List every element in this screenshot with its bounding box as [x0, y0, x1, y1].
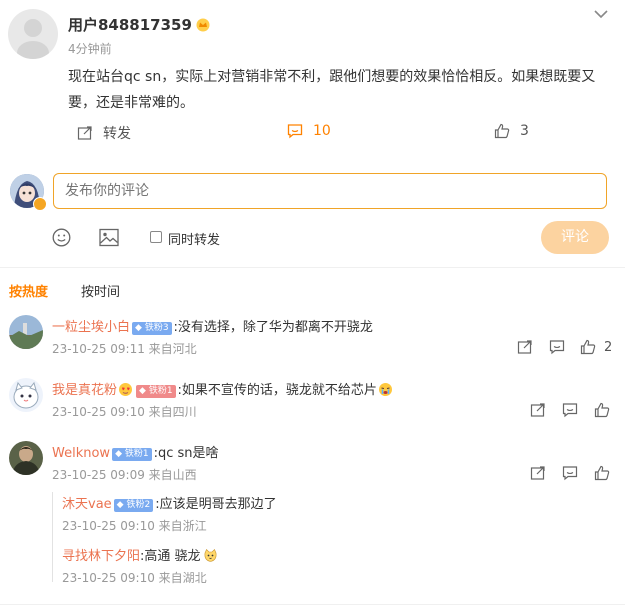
comment-body: 我是真花粉 ◆ 铁粉1:如果不宣传的话，骁龙就不给芯片: [52, 379, 393, 398]
thumbs-up-icon: [494, 123, 510, 139]
commenter-avatar[interactable]: [9, 441, 43, 475]
comment-button[interactable]: 10: [287, 123, 331, 139]
reply-thread-line: [52, 492, 53, 582]
replier-name[interactable]: 沐天vae: [62, 497, 112, 512]
thumbs-up-icon: [594, 465, 610, 481]
emoji-button[interactable]: [52, 228, 71, 251]
repost-also-label[interactable]: 同时转发: [168, 229, 220, 248]
repost-icon: [517, 340, 532, 354]
comment-icon: [562, 403, 578, 418]
reply-body: 沐天vae ◆ 铁粉2:应该是明哥去那边了: [62, 493, 277, 512]
thumbs-up-icon: [580, 339, 596, 355]
fan-badge-label: 铁粉1: [124, 449, 149, 459]
comment-icon: [287, 124, 303, 139]
divider: [0, 267, 625, 268]
commenter-name[interactable]: 我是真花粉: [52, 383, 117, 398]
reply-text: :高通 骁龙: [140, 549, 201, 564]
comment-text: :如果不宣传的话，骁龙就不给芯片: [177, 383, 377, 398]
verified-badge-icon: [33, 197, 47, 211]
like-count: 3: [520, 123, 529, 139]
comment-repost-button[interactable]: [530, 402, 546, 422]
cat-face-emoji-icon: [203, 548, 218, 563]
commenter-avatar[interactable]: [9, 378, 43, 412]
comment-like-button[interactable]: [594, 402, 610, 422]
commenter-name[interactable]: Welknow: [52, 446, 110, 461]
image-icon: [99, 228, 119, 247]
comment-meta: 23-10-25 09:11 来自河北: [52, 342, 197, 356]
comment-repost-button[interactable]: [517, 339, 533, 359]
reply-text: :应该是明哥去那边了: [155, 497, 277, 512]
fan-badge-label: 铁粉2: [126, 500, 151, 510]
tab-sort-hot[interactable]: 按热度: [9, 281, 48, 300]
chevron-down-icon[interactable]: [592, 6, 610, 20]
comment-count: 10: [313, 123, 331, 139]
post-author-name[interactable]: 用户848817359: [68, 16, 192, 34]
smiley-icon: [52, 228, 71, 247]
fan-badge[interactable]: ◆ 铁粉1: [112, 448, 152, 461]
crying-face-emoji-icon: [378, 382, 393, 397]
image-upload-button[interactable]: [99, 228, 119, 251]
comment-text: :qc sn是啥: [153, 446, 219, 461]
repost-icon: [530, 466, 545, 480]
reply-meta: 23-10-25 09:10 来自浙江: [62, 519, 207, 533]
post-content: 现在站台qc sn，实际上对营销非常不利，跟他们想要的效果恰恰相反。如果想既要又…: [68, 69, 596, 111]
comment-body: 一粒尘埃小白 ◆ 铁粉3:没有选择，除了华为都离不开骁龙: [52, 316, 373, 335]
comment-meta: 23-10-25 09:10 来自四川: [52, 405, 197, 419]
repost-icon: [77, 126, 92, 140]
repost-label: 转发: [103, 126, 131, 142]
like-button[interactable]: 3: [494, 123, 529, 139]
fan-badge[interactable]: ◆ 铁粉3: [132, 322, 172, 335]
comment-like-button[interactable]: [594, 465, 610, 485]
thumbs-up-icon: [594, 402, 610, 418]
comment-text: :没有选择，除了华为都离不开骁龙: [173, 320, 373, 335]
comment-repost-button[interactable]: [530, 465, 546, 485]
repost-also-checkbox[interactable]: [150, 231, 162, 243]
reply-body: 寻找林下夕阳:高通 骁龙: [62, 545, 218, 564]
heart-face-emoji-icon: [118, 382, 133, 397]
post-author[interactable]: 用户848817359: [68, 14, 210, 35]
comment-body: Welknow ◆ 铁粉1:qc sn是啥: [52, 442, 219, 461]
comment-like-count: 2: [604, 339, 613, 355]
gold-crown-icon: [196, 18, 210, 32]
fan-badge[interactable]: ◆ 铁粉1: [136, 385, 176, 398]
comment-like-button[interactable]: 2: [580, 339, 612, 355]
author-avatar[interactable]: [8, 9, 58, 59]
submit-comment-button[interactable]: 评论: [541, 221, 609, 254]
comment-reply-button[interactable]: [562, 465, 578, 485]
reply-meta: 23-10-25 09:10 来自湖北: [62, 571, 207, 585]
repost-icon: [530, 403, 545, 417]
fan-badge[interactable]: ◆ 铁粉2: [113, 499, 154, 512]
comment-input[interactable]: [53, 173, 607, 209]
replier-name[interactable]: 寻找林下夕阳: [62, 549, 140, 564]
commenter-name[interactable]: 一粒尘埃小白: [52, 320, 130, 335]
comment-reply-button[interactable]: [549, 339, 565, 359]
divider: [0, 604, 625, 605]
fan-badge-label: 铁粉3: [144, 323, 169, 333]
post-time[interactable]: 4分钟前: [68, 40, 112, 57]
fan-badge-label: 铁粉1: [148, 386, 173, 396]
commenter-avatar[interactable]: [9, 315, 43, 349]
comment-icon: [549, 340, 565, 355]
repost-button[interactable]: 转发: [77, 123, 131, 143]
comment-icon: [562, 466, 578, 481]
tab-sort-time[interactable]: 按时间: [81, 281, 120, 300]
comment-reply-button[interactable]: [562, 402, 578, 422]
comment-meta: 23-10-25 09:09 来自山西: [52, 468, 197, 482]
